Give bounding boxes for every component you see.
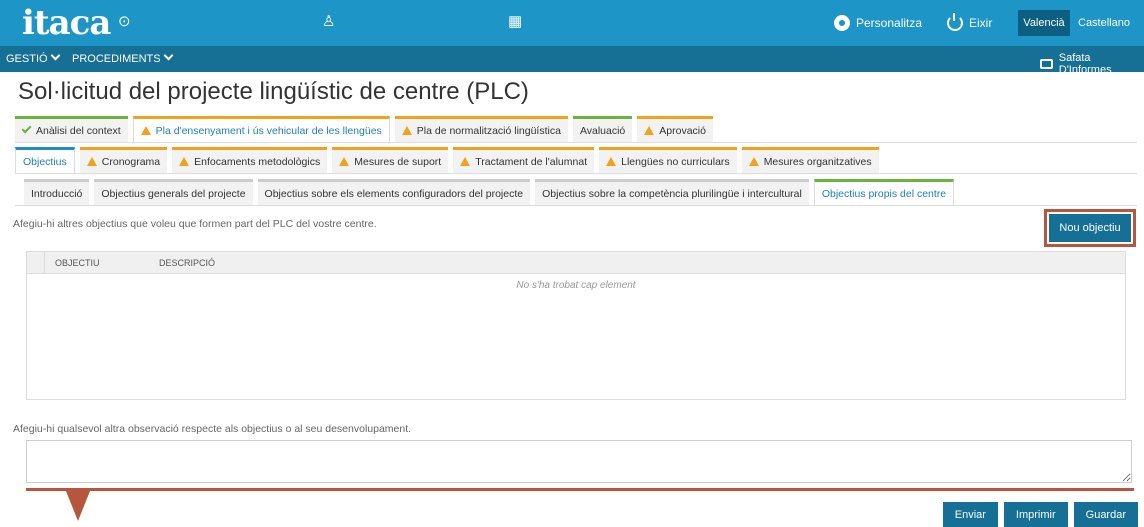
chevron-down-icon: [50, 50, 61, 61]
table-header: OBJECTIU DESCRIPCIÓ: [27, 252, 1125, 274]
tab-label: Llengües no curriculars: [621, 155, 730, 168]
tab-enfocaments[interactable]: Enfocaments metodològics: [172, 147, 328, 173]
divider: [15, 142, 1137, 143]
check-icon: [21, 123, 32, 134]
lang-valencia-button[interactable]: Valencià: [1018, 10, 1070, 36]
tab-label: Avaluació: [579, 124, 626, 137]
new-objective-button[interactable]: Nou objectiu: [1049, 214, 1131, 242]
tab-label: Pla d'ensenyament i ús vehicular de les …: [155, 124, 382, 137]
tab-mesures-suport[interactable]: Mesures de suport: [332, 147, 449, 173]
tab-objectius-elements[interactable]: Objectius sobre els elements configurado…: [257, 179, 531, 205]
tabs-level3: Introducció Objectius generals del proje…: [24, 179, 955, 205]
warning-icon: [179, 157, 190, 166]
tab-objectius-generals[interactable]: Objectius generals del projecte: [94, 179, 253, 205]
warning-icon: [86, 157, 97, 166]
tab-label: Cronograma: [101, 155, 161, 168]
highlight-underline: [26, 488, 1134, 491]
page-title: Sol·licitud del projecte lingüístic de c…: [18, 78, 529, 105]
tab-label: Objectius sobre els elements configurado…: [264, 187, 524, 200]
observations-textarea[interactable]: [26, 440, 1132, 483]
calendar-icon[interactable]: ▦: [508, 13, 522, 31]
new-objective-highlight: Nou objectiu: [1044, 209, 1136, 247]
warning-icon: [606, 157, 617, 166]
power-icon: [947, 13, 963, 31]
callout-pointer: [66, 491, 90, 521]
save-button[interactable]: Guardar: [1073, 502, 1138, 527]
print-button[interactable]: Imprimir: [1003, 502, 1068, 527]
warning-icon: [401, 126, 412, 135]
tab-label: Tractament de l'alumnat: [475, 155, 588, 168]
personalitza-link[interactable]: Personalitza: [834, 15, 922, 31]
tab-label: Objectius generals del projecte: [101, 187, 246, 200]
tab-llengues-no-curriculars[interactable]: Llengües no curriculars: [599, 147, 737, 173]
gear-icon: [834, 15, 850, 31]
menu-bar: GESTIÓ PROCEDIMENTS Safata D'Informes: [0, 46, 1144, 76]
top-bar: itaca ⊙ ♙ ▦ Personalitza Eixir Valencià …: [0, 0, 1144, 46]
column-header-objectiu[interactable]: OBJECTIU: [55, 258, 100, 268]
tab-label: Objectius propis del centre: [821, 187, 947, 200]
menu-gestio-label: GESTIÓ: [6, 53, 48, 65]
tab-avaluacio[interactable]: Avaluació: [572, 116, 633, 142]
tab-label: Enfocaments metodològics: [194, 155, 321, 168]
warning-icon: [140, 126, 151, 135]
tab-aprovacio[interactable]: Aprovació: [637, 116, 713, 142]
tab-label: Pla de normalització lingüística: [416, 124, 561, 137]
tab-analisi-context[interactable]: Anàlisi del context: [15, 116, 128, 142]
select-column[interactable]: [27, 252, 45, 274]
tab-objectius-propis[interactable]: Objectius propis del centre: [813, 179, 955, 205]
user-circle-icon[interactable]: ⊙: [118, 13, 131, 31]
personalitza-label: Personalitza: [856, 16, 923, 30]
logout-link[interactable]: Eixir: [947, 13, 993, 31]
observations-label: Afegiu-hi qualsevol altra observació res…: [13, 423, 412, 435]
tab-objectius-competencia[interactable]: Objectius sobre la competència pluriling…: [535, 179, 809, 205]
chevron-down-icon: [163, 50, 174, 61]
logout-label: Eixir: [969, 16, 993, 30]
safata-informes-link[interactable]: Safata D'Informes: [1040, 52, 1144, 76]
tab-label: Objectius sobre la competència pluriling…: [542, 187, 802, 200]
menu-procediments[interactable]: PROCEDIMENTS: [72, 50, 174, 66]
send-button[interactable]: Enviar: [942, 502, 998, 527]
tab-label: Introducció: [31, 187, 83, 200]
menu-procediments-label: PROCEDIMENTS: [72, 53, 161, 65]
warning-icon: [339, 157, 350, 166]
tab-introduccio[interactable]: Introducció: [24, 179, 90, 205]
column-header-descripcio[interactable]: DESCRIPCIÓ: [159, 258, 215, 268]
tab-cronograma[interactable]: Cronograma: [79, 147, 168, 173]
tab-label: Anàlisi del context: [36, 124, 121, 137]
tab-pla-ensenyament[interactable]: Pla d'ensenyament i ús vehicular de les …: [132, 116, 390, 142]
help-text: Afegiu-hi altres objectius que voleu que…: [13, 218, 377, 230]
warning-icon: [748, 157, 759, 166]
divider: [15, 173, 1137, 174]
tab-mesures-organitzatives[interactable]: Mesures organitzatives: [741, 147, 879, 173]
itaca-logo[interactable]: itaca: [22, 4, 111, 42]
objectives-table: OBJECTIU DESCRIPCIÓ No s'ha trobat cap e…: [26, 251, 1126, 400]
tab-objectius[interactable]: Objectius: [15, 147, 75, 173]
lang-castellano-button[interactable]: Castellano: [1078, 10, 1130, 36]
menu-gestio[interactable]: GESTIÓ: [6, 50, 61, 66]
tab-label: Aprovació: [659, 124, 706, 137]
warning-icon: [644, 126, 655, 135]
tab-label: Objectius: [23, 155, 67, 168]
tabs-level2: Objectius Cronograma Enfocaments metodol…: [15, 147, 879, 173]
tab-tractament-alumnat[interactable]: Tractament de l'alumnat: [453, 147, 595, 173]
action-buttons: Enviar Imprimir Guardar: [942, 502, 1138, 527]
tab-label: Mesures de suport: [354, 155, 442, 168]
warning-icon: [460, 157, 471, 166]
tab-pla-normalitzacio[interactable]: Pla de normalització lingüística: [394, 116, 568, 142]
tab-label: Mesures organitzatives: [763, 155, 872, 168]
safata-label: Safata D'Informes: [1058, 52, 1112, 76]
divider: [15, 205, 1137, 206]
tabs-level1: Anàlisi del context Pla d'ensenyament i …: [15, 116, 713, 142]
empty-message: No s'ha trobat cap element: [516, 280, 636, 291]
printer-icon: [1040, 59, 1053, 69]
hierarchy-icon[interactable]: ♙: [322, 13, 335, 31]
